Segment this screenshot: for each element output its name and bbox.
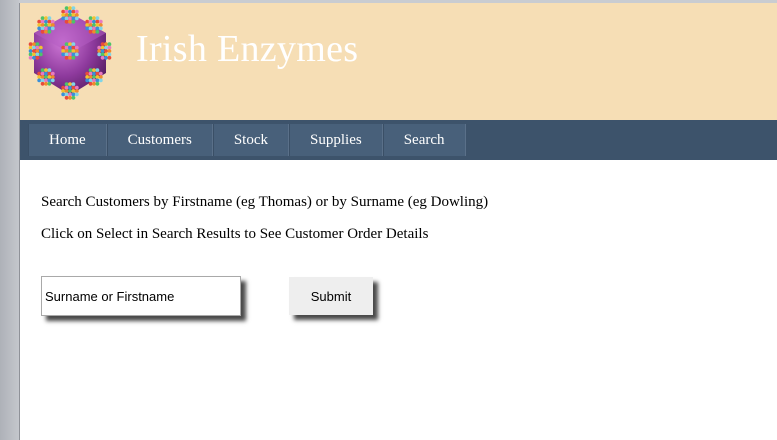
select-instruction: Click on Select in Search Results to See… [41,226,429,242]
window-left-gutter [0,0,19,440]
enzyme-molecule-icon [28,6,112,100]
submit-button[interactable]: Submit [289,277,373,315]
site-title: Irish Enzymes [136,28,359,70]
main-content: Search Customers by Firstname (eg Thomas… [41,191,761,245]
nav-list: Home Customers Stock Supplies Search [28,124,466,156]
site-header: Irish Enzymes [20,3,777,120]
search-instruction: Search Customers by Firstname (eg Thomas… [41,194,489,210]
nav-item-search[interactable]: Search [382,124,466,156]
main-navigation: Home Customers Stock Supplies Search [20,120,777,160]
nav-item-supplies[interactable]: Supplies [289,124,383,156]
search-input[interactable] [41,276,241,316]
page: Irish Enzymes Home Customers Stock Suppl… [19,3,777,440]
nav-item-stock[interactable]: Stock [212,124,290,156]
nav-item-home[interactable]: Home [28,124,107,156]
nav-item-customers[interactable]: Customers [106,124,213,156]
